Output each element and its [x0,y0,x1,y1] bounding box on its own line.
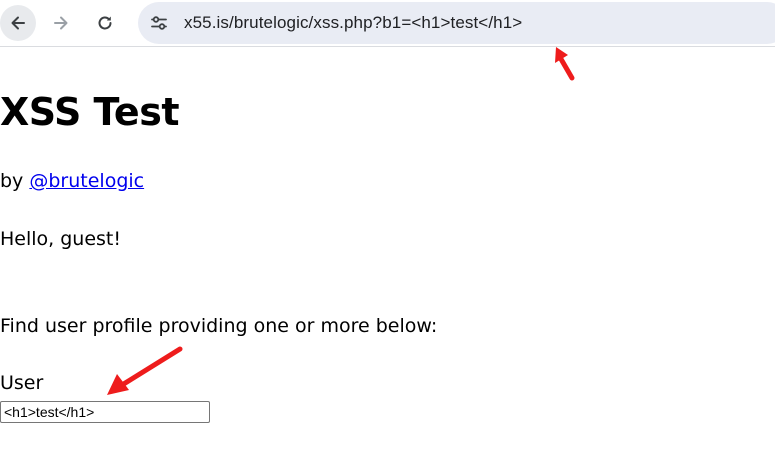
user-label: User [0,372,44,394]
user-input[interactable] [0,401,210,423]
arrow-left-icon [11,16,25,30]
greeting-text: Hello, guest! [0,228,121,250]
reload-icon [98,16,112,30]
tune-icon [151,16,167,30]
instructions-text: Find user profile providing one or more … [0,315,438,337]
back-button[interactable] [0,5,36,41]
arrow-right-icon [54,16,68,30]
byline-prefix: by [0,170,30,192]
page-title: XSS Test [0,90,180,134]
page-content: XSS Test by @brutelogic Hello, guest! Fi… [0,52,775,450]
forward-button[interactable] [43,5,79,41]
address-bar[interactable]: x55.is/brutelogic/xss.php?b1=<h1>test</h… [138,2,775,44]
author-link[interactable]: @brutelogic [29,170,144,192]
url-text[interactable]: x55.is/brutelogic/xss.php?b1=<h1>test</h… [184,13,522,33]
reload-button[interactable] [87,5,123,41]
byline: by @brutelogic [0,170,144,192]
browser-toolbar: x55.is/brutelogic/xss.php?b1=<h1>test</h… [0,0,775,47]
site-info-button[interactable] [144,8,174,38]
